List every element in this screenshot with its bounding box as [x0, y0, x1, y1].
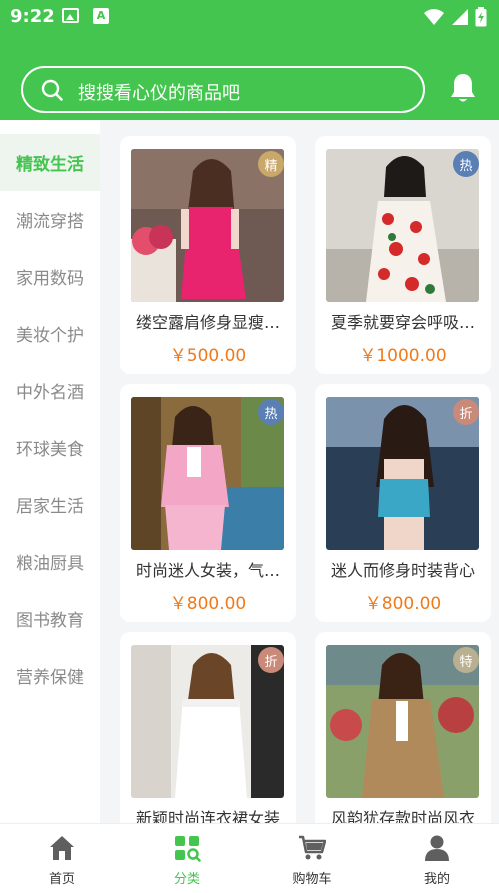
product-card[interactable]: 热 夏季就要穿会呼吸的连衣裙 ￥1000.00	[315, 136, 491, 374]
product-badge: 热	[258, 399, 284, 425]
product-image: 折	[326, 397, 479, 550]
product-badge: 特	[453, 647, 479, 673]
product-title: 迷人而修身时装背心	[331, 561, 476, 580]
image-notification-icon	[62, 8, 79, 23]
sidebar-item-chaoliu-chuanda[interactable]: 潮流穿搭	[0, 191, 100, 248]
search-placeholder: 搜搜看心仪的商品吧	[78, 83, 240, 104]
tab-home[interactable]: 首页	[0, 824, 124, 893]
status-time: 9:22	[10, 6, 55, 27]
app-notification-icon: A	[93, 8, 109, 24]
product-card[interactable]: 特 风韵犹存款时尚风衣	[315, 632, 491, 823]
user-icon	[425, 835, 449, 861]
sidebar-item-yingyang-baojian[interactable]: 营养保健	[0, 647, 100, 704]
app-header: 9:22 A 搜搜看心仪的商品吧	[0, 0, 499, 120]
category-sidebar: 精致生活 潮流穿搭 家用数码 美妆个护 中外名酒 环球美食 居家生活 粮油厨具 …	[0, 120, 100, 823]
product-title: 时尚迷人女装，气质套裙	[136, 561, 284, 580]
product-price: ￥800.00	[169, 594, 247, 614]
battery-icon	[475, 7, 487, 27]
product-image: 特	[326, 645, 479, 798]
bottom-tab-bar: 首页 分类 购物车 我的	[0, 823, 499, 893]
signal-icon	[452, 9, 468, 25]
product-title: 缕空露肩修身显瘦连衣裙	[136, 313, 284, 332]
product-price: ￥800.00	[364, 594, 442, 614]
sidebar-item-jingzhi-shenghuo[interactable]: 精致生活	[0, 134, 100, 191]
sidebar-item-zhongwai-mingjiu[interactable]: 中外名酒	[0, 362, 100, 419]
product-title: 夏季就要穿会呼吸的连衣裙	[331, 313, 479, 332]
product-badge: 折	[453, 399, 479, 425]
product-card[interactable]: 折 新颖时尚连衣裙女装	[120, 632, 296, 823]
product-image: 折	[131, 645, 284, 798]
search-bar[interactable]: 搜搜看心仪的商品吧	[21, 66, 425, 113]
product-badge: 精	[258, 151, 284, 177]
product-grid: 精 缕空露肩修身显瘦连衣裙 ￥500.00 热 夏季	[100, 120, 499, 823]
home-icon	[50, 836, 74, 860]
sidebar-item-tushu-jiaoyu[interactable]: 图书教育	[0, 590, 100, 647]
sidebar-item-meizhuang-gehu[interactable]: 美妆个护	[0, 305, 100, 362]
sidebar-item-liangyou-chuju[interactable]: 粮油厨具	[0, 533, 100, 590]
product-image: 热	[326, 149, 479, 302]
wifi-icon	[424, 9, 444, 25]
product-title: 新颖时尚连衣裙女装	[136, 809, 281, 823]
tab-label: 分类	[173, 872, 200, 887]
bell-icon[interactable]	[449, 72, 477, 104]
product-image: 精	[131, 149, 284, 302]
product-card[interactable]: 热 时尚迷人女装，气质套裙 ￥800.00	[120, 384, 296, 622]
product-image: 热	[131, 397, 284, 550]
category-icon	[175, 836, 201, 862]
status-indicators	[423, 6, 487, 28]
product-price: ￥500.00	[169, 346, 247, 366]
search-icon	[41, 79, 63, 101]
tab-label: 首页	[48, 872, 75, 887]
product-badge: 折	[258, 647, 284, 673]
product-card[interactable]: 折 迷人而修身时装背心 ￥800.00	[315, 384, 491, 622]
tab-category[interactable]: 分类	[125, 824, 249, 893]
cart-icon	[299, 835, 326, 860]
tab-label: 购物车	[292, 872, 332, 887]
product-title: 风韵犹存款时尚风衣	[331, 809, 476, 823]
tab-label: 我的	[423, 872, 450, 887]
product-card[interactable]: 精 缕空露肩修身显瘦连衣裙 ￥500.00	[120, 136, 296, 374]
sidebar-item-jujia-shenghuo[interactable]: 居家生活	[0, 476, 100, 533]
product-price: ￥1000.00	[359, 346, 447, 366]
product-badge: 热	[453, 151, 479, 177]
tab-cart[interactable]: 购物车	[250, 824, 374, 893]
status-bar: 9:22 A	[0, 0, 499, 34]
sidebar-item-huanqiu-meishi[interactable]: 环球美食	[0, 419, 100, 476]
tab-mine[interactable]: 我的	[375, 824, 499, 893]
sidebar-item-jiayong-shuma[interactable]: 家用数码	[0, 248, 100, 305]
